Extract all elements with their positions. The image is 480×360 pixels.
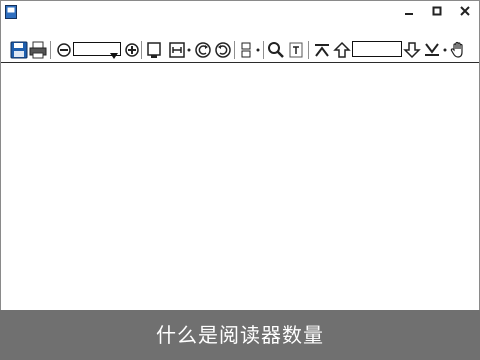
toolbar: [1, 38, 479, 63]
fit-dropdown-button[interactable]: [185, 40, 193, 60]
next-page-button[interactable]: [402, 40, 422, 60]
close-icon: [460, 6, 470, 16]
app-icon: [5, 4, 17, 19]
caption-text: 什么是阅读器数量: [156, 323, 324, 347]
zoom-out-button[interactable]: [54, 40, 74, 60]
previous-page-button[interactable]: [332, 40, 352, 60]
document-view[interactable]: [1, 63, 479, 311]
toolbar-separator: [308, 41, 309, 59]
last-page-button[interactable]: [422, 40, 442, 60]
last-page-icon: [425, 43, 439, 56]
maximize-icon: [432, 6, 442, 16]
menu-bar: [1, 21, 479, 37]
search-button[interactable]: [266, 40, 286, 60]
toolbar-separator: [50, 41, 51, 59]
layout-dropdown-button[interactable]: [254, 40, 262, 60]
hand-icon: [450, 41, 463, 58]
toolbar-separator: [141, 41, 142, 59]
printer-icon: [29, 41, 47, 59]
arrow-up-icon: [333, 41, 351, 58]
rotate-left-button[interactable]: [193, 40, 213, 60]
rotate-right-icon: [215, 42, 231, 58]
caption-bar: 什么是阅读器数量: [0, 310, 480, 360]
toolbar-separator: [234, 41, 235, 59]
hand-tool-button[interactable]: [448, 40, 468, 60]
search-icon: [268, 42, 284, 58]
zoom-value: [74, 50, 76, 61]
title-bar[interactable]: [1, 1, 479, 21]
chevron-down-icon: [109, 45, 119, 59]
fit-page-icon: [147, 42, 161, 58]
print-button[interactable]: [28, 40, 48, 60]
text-select-button[interactable]: [286, 40, 306, 60]
text-select-icon: [289, 42, 303, 58]
save-button[interactable]: [9, 40, 29, 60]
close-button[interactable]: [451, 1, 479, 21]
app-window: [0, 0, 480, 360]
zoom-combo[interactable]: [73, 42, 121, 59]
rotate-left-icon: [195, 42, 211, 58]
fit-width-icon: [169, 42, 185, 58]
first-page-icon: [315, 44, 329, 57]
zoom-out-icon: [57, 43, 71, 57]
save-icon: [10, 41, 28, 59]
minimize-button[interactable]: [395, 1, 423, 21]
minimize-icon: [405, 13, 413, 15]
maximize-button[interactable]: [423, 1, 451, 21]
fit-page-button[interactable]: [144, 40, 164, 60]
toolbar-separator: [263, 41, 264, 59]
first-page-button[interactable]: [312, 40, 332, 60]
dropdown-dot-icon: [187, 48, 191, 52]
dropdown-dot-icon: [256, 48, 260, 52]
zoom-in-icon: [125, 43, 139, 57]
fit-width-button[interactable]: [167, 40, 187, 60]
page-number-input[interactable]: [352, 41, 402, 57]
arrow-down-icon: [403, 42, 421, 59]
rotate-right-button[interactable]: [213, 40, 233, 60]
zoom-in-button[interactable]: [122, 40, 142, 60]
